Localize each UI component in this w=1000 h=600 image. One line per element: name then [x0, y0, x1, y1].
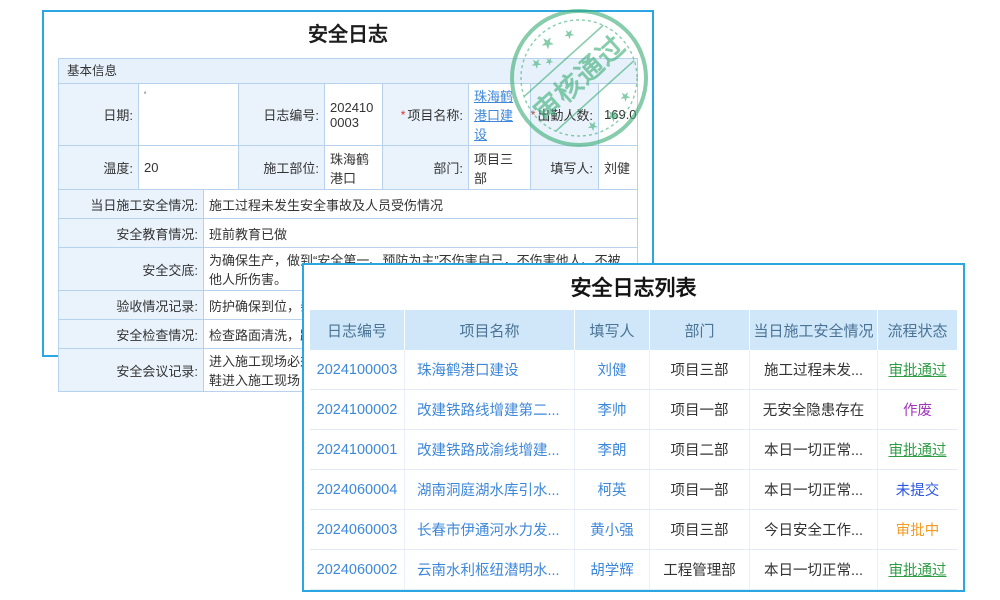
writer-link[interactable]: 胡学辉: [575, 550, 650, 589]
table-row[interactable]: 2024100003 珠海鹤港口建设 刘健 项目三部 施工过程未发... 审批通…: [310, 350, 957, 390]
writer-value: 刘健: [599, 146, 637, 189]
page: 安全日志 基本信息 日期: ' 日志编号: 2024100003 *项目名称: …: [0, 0, 1000, 600]
header-project-name[interactable]: 项目名称: [405, 310, 575, 350]
project-name-link[interactable]: 云南水利枢纽潜明水...: [405, 550, 575, 589]
project-name-link[interactable]: 湖南洞庭湖水库引水...: [405, 470, 575, 509]
safety-situation-cell: 本日一切正常...: [750, 550, 878, 589]
project-name-link[interactable]: 珠海鹤港口建设: [474, 86, 525, 143]
table-row[interactable]: 2024100001 改建铁路成渝线增建... 李朗 项目二部 本日一切正常..…: [310, 430, 957, 470]
table-row[interactable]: 2024060002 云南水利枢纽潜明水... 胡学辉 工程管理部 本日一切正常…: [310, 550, 957, 590]
department-cell: 项目三部: [650, 510, 750, 549]
writer-label: 填写人:: [531, 146, 599, 189]
date-label: 日期:: [59, 84, 139, 145]
construction-location-value: 珠海鹤港口: [325, 146, 383, 189]
form-row-safety-situation: 当日施工安全情况: 施工过程未发生安全事故及人员受伤情况: [59, 189, 637, 218]
form-row-2: 温度: 20 施工部位: 珠海鹤港口 部门: 项目三部 填写人: 刘健: [59, 145, 637, 189]
log-number-link[interactable]: 2024100003: [310, 350, 405, 389]
department-cell: 项目一部: [650, 470, 750, 509]
table-header-row: 日志编号 项目名称 填写人 部门 当日施工安全情况 流程状态: [310, 310, 957, 350]
log-number-link[interactable]: 2024060003: [310, 510, 405, 549]
project-name-label: *项目名称:: [383, 84, 469, 145]
log-number-label: 日志编号:: [239, 84, 325, 145]
flow-status-badge[interactable]: 审批通过: [878, 350, 957, 389]
department-value: 项目三部: [469, 146, 531, 189]
flow-status-badge[interactable]: 审批通过: [878, 430, 957, 469]
required-asterisk: *: [531, 108, 536, 122]
temperature-label: 温度:: [59, 146, 139, 189]
log-number-link[interactable]: 2024060002: [310, 550, 405, 589]
log-number-link[interactable]: 2024060004: [310, 470, 405, 509]
department-cell: 工程管理部: [650, 550, 750, 589]
attendance-label-text: 出勤人数:: [537, 105, 593, 124]
project-name-link[interactable]: 长春市伊通河水力发...: [405, 510, 575, 549]
department-label: 部门:: [383, 146, 469, 189]
project-name-link[interactable]: 改建铁路线增建第二...: [405, 390, 575, 429]
log-number-link[interactable]: 2024100001: [310, 430, 405, 469]
flow-status-badge[interactable]: 未提交: [878, 470, 957, 509]
safety-log-list-panel: 安全日志列表 日志编号 项目名称 填写人 部门 当日施工安全情况 流程状态 20…: [302, 263, 965, 592]
header-department[interactable]: 部门: [650, 310, 750, 350]
safety-log-table: 日志编号 项目名称 填写人 部门 当日施工安全情况 流程状态 202410000…: [310, 310, 957, 590]
flow-status-badge[interactable]: 审批中: [878, 510, 957, 549]
safety-education-label: 安全教育情况:: [59, 219, 204, 247]
safety-situation-cell: 今日安全工作...: [750, 510, 878, 549]
writer-link[interactable]: 刘健: [575, 350, 650, 389]
form-title: 安全日志: [44, 12, 652, 56]
flow-status-badge[interactable]: 审批通过: [878, 550, 957, 589]
form-row-1: 日期: ' 日志编号: 2024100003 *项目名称: 珠海鹤港口建设 *出…: [59, 83, 637, 145]
header-writer[interactable]: 填写人: [575, 310, 650, 350]
flow-status-badge[interactable]: 作废: [878, 390, 957, 429]
date-value: ': [139, 84, 239, 145]
required-asterisk: *: [401, 108, 406, 122]
safety-situation-cell: 无安全隐患存在: [750, 390, 878, 429]
date-value-text: ': [144, 86, 146, 102]
department-cell: 项目一部: [650, 390, 750, 429]
header-flow-status[interactable]: 流程状态: [878, 310, 957, 350]
list-title: 安全日志列表: [304, 265, 963, 309]
temperature-value: 20: [139, 146, 239, 189]
safety-situation-cell: 本日一切正常...: [750, 470, 878, 509]
safety-situation-value: 施工过程未发生安全事故及人员受伤情况: [204, 190, 637, 218]
department-cell: 项目三部: [650, 350, 750, 389]
attendance-value: 169.00: [599, 84, 637, 145]
log-number-link[interactable]: 2024100002: [310, 390, 405, 429]
table-row[interactable]: 2024060003 长春市伊通河水力发... 黄小强 项目三部 今日安全工作.…: [310, 510, 957, 550]
writer-link[interactable]: 李朗: [575, 430, 650, 469]
safety-inspection-label: 安全检查情况:: [59, 320, 204, 348]
section-header-basic-info: 基本信息: [59, 59, 637, 83]
writer-link[interactable]: 李帅: [575, 390, 650, 429]
attendance-label: *出勤人数:: [531, 84, 599, 145]
construction-location-label: 施工部位:: [239, 146, 325, 189]
project-name-label-text: 项目名称:: [407, 105, 463, 124]
header-safety-situation[interactable]: 当日施工安全情况: [750, 310, 878, 350]
log-number-value: 2024100003: [325, 84, 383, 145]
header-log-number[interactable]: 日志编号: [310, 310, 405, 350]
safety-situation-cell: 施工过程未发...: [750, 350, 878, 389]
project-name-link[interactable]: 珠海鹤港口建设: [405, 350, 575, 389]
table-row[interactable]: 2024100002 改建铁路线增建第二... 李帅 项目一部 无安全隐患存在 …: [310, 390, 957, 430]
project-name-link[interactable]: 改建铁路成渝线增建...: [405, 430, 575, 469]
safety-meeting-label: 安全会议记录:: [59, 349, 204, 391]
safety-education-value: 班前教育已做: [204, 219, 637, 247]
project-name-value: 珠海鹤港口建设: [469, 84, 531, 145]
form-row-safety-education: 安全教育情况: 班前教育已做: [59, 218, 637, 247]
writer-link[interactable]: 黄小强: [575, 510, 650, 549]
safety-briefing-label: 安全交底:: [59, 248, 204, 290]
department-cell: 项目二部: [650, 430, 750, 469]
safety-situation-cell: 本日一切正常...: [750, 430, 878, 469]
writer-link[interactable]: 柯英: [575, 470, 650, 509]
acceptance-record-label: 验收情况记录:: [59, 291, 204, 319]
table-row[interactable]: 2024060004 湖南洞庭湖水库引水... 柯英 项目一部 本日一切正常..…: [310, 470, 957, 510]
safety-situation-label: 当日施工安全情况:: [59, 190, 204, 218]
